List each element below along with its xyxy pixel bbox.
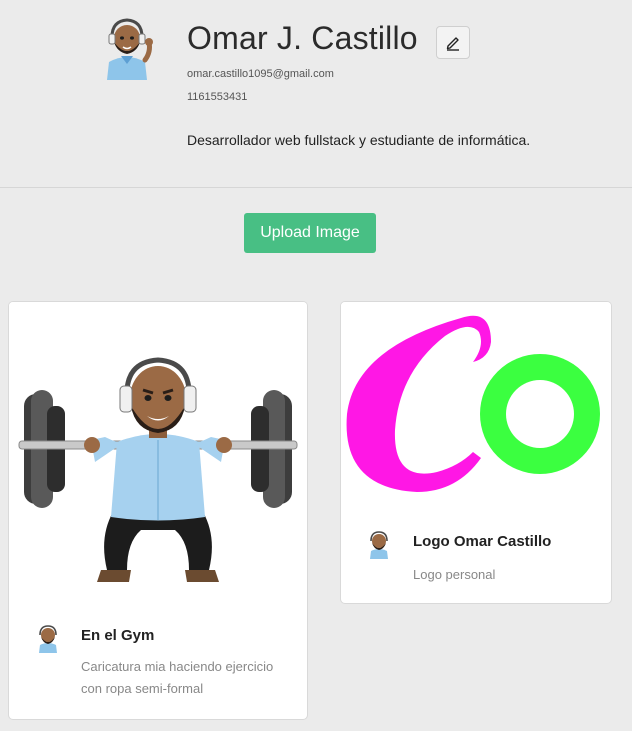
card-image[interactable] (9, 302, 307, 602)
card-title: Logo Omar Castillo (413, 533, 552, 550)
author-avatar-icon (39, 625, 57, 653)
profile-phone: 1161553431 (187, 91, 248, 103)
profile-avatar (107, 18, 153, 80)
co-logo-image (341, 302, 611, 508)
upload-image-button[interactable]: Upload Image (244, 213, 376, 253)
card-title: En el Gym (81, 627, 155, 644)
weightlifting-avatar-image (9, 302, 307, 602)
pencil-icon (446, 36, 459, 51)
profile-email: omar.castillo1095@gmail.com (187, 68, 334, 80)
card-image[interactable] (341, 302, 611, 508)
profile-header: Omar J. Castillo omar.castillo1095@gmail… (0, 0, 632, 188)
profile-name: Omar J. Castillo (187, 20, 418, 56)
image-card[interactable]: Logo Omar Castillo Logo personal (340, 301, 612, 604)
image-card[interactable]: En el Gym Caricatura mia haciendo ejerci… (8, 301, 308, 720)
edit-profile-button[interactable] (436, 26, 470, 59)
author-avatar-icon (370, 531, 388, 559)
profile-bio: Desarrollador web fullstack y estudiante… (187, 132, 531, 148)
card-description: Caricatura mia haciendo ejercicio con ro… (81, 659, 274, 696)
card-description: Logo personal (413, 567, 496, 582)
